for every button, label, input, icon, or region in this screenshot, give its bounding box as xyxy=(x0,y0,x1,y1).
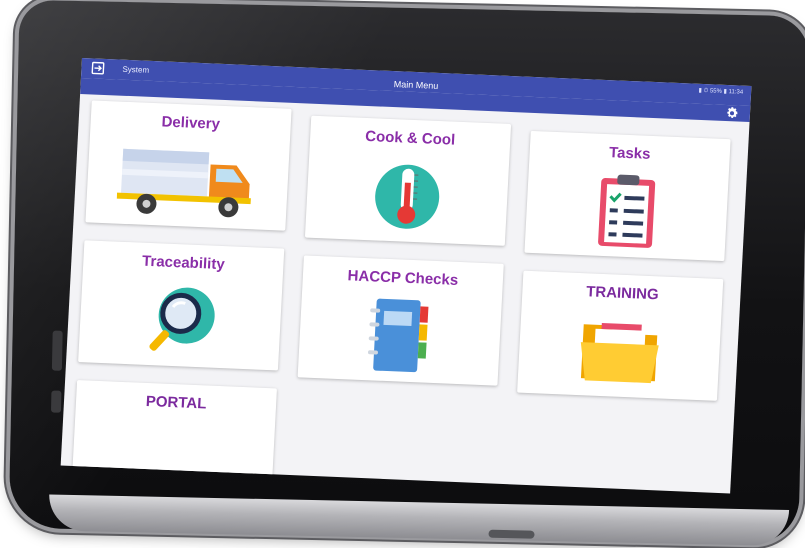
thermometer-icon xyxy=(305,152,509,240)
folder-icon xyxy=(517,307,721,395)
gear-icon[interactable] xyxy=(725,106,739,120)
clipboard-checklist-icon xyxy=(525,167,729,255)
notebook-icon xyxy=(298,291,502,379)
side-button[interactable] xyxy=(50,390,62,413)
delivery-truck-icon xyxy=(86,136,290,224)
tablet-screen: System Main Menu ▮ ⏱ 55% ▮ 11:34 Deliver… xyxy=(60,58,752,494)
tile-label: PORTAL xyxy=(145,392,207,413)
tile-cook-cool[interactable]: Cook & Cool xyxy=(304,115,512,246)
tile-haccp-checks[interactable]: HACCP Checks xyxy=(297,255,504,386)
tile-traceability[interactable]: Traceability xyxy=(78,240,285,371)
tile-label: Tasks xyxy=(608,144,651,163)
side-port xyxy=(51,330,63,371)
magnifier-icon xyxy=(78,276,282,364)
tile-label: HACCP Checks xyxy=(347,267,459,289)
product-photo: System Main Menu ▮ ⏱ 55% ▮ 11:34 Deliver… xyxy=(0,0,805,548)
tile-label: Cook & Cool xyxy=(364,127,456,149)
tile-label: TRAINING xyxy=(585,283,660,304)
connector-port xyxy=(488,529,535,539)
tile-training[interactable]: TRAINING xyxy=(517,270,724,401)
tablet-bottom-bezel xyxy=(48,494,790,547)
tile-label: Delivery xyxy=(161,113,221,133)
tile-label: Traceability xyxy=(141,252,226,274)
tile-tasks[interactable]: Tasks xyxy=(524,130,731,262)
tile-delivery[interactable]: Delivery xyxy=(85,100,292,231)
